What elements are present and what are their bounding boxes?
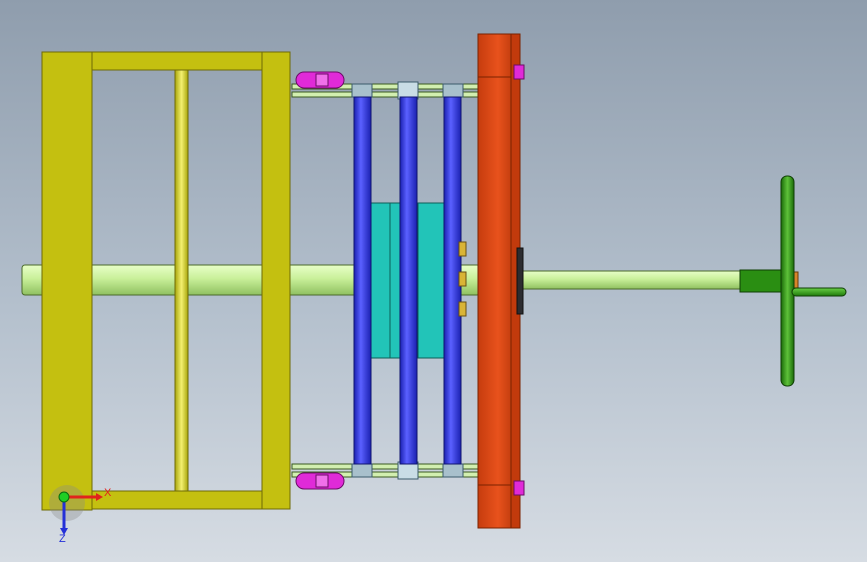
handwheel-rim — [780, 175, 795, 387]
graphics-viewport[interactable]: X Z — [0, 0, 867, 562]
end-plate[interactable] — [477, 33, 524, 529]
triad-x-label: X — [104, 487, 112, 499]
cad-model-view[interactable]: X Z — [0, 0, 867, 562]
guide-rods[interactable] — [353, 96, 462, 465]
frame-cross-rod — [174, 69, 189, 492]
guide-rod-left — [353, 96, 372, 465]
handwheel[interactable] — [739, 175, 847, 387]
guide-rod-center — [399, 96, 418, 465]
triad-z-label: Z — [59, 533, 66, 545]
handwheel-handle — [791, 287, 847, 297]
triad-y-axis — [58, 491, 70, 503]
bolts — [458, 241, 467, 317]
guide-rod-right — [443, 96, 462, 465]
